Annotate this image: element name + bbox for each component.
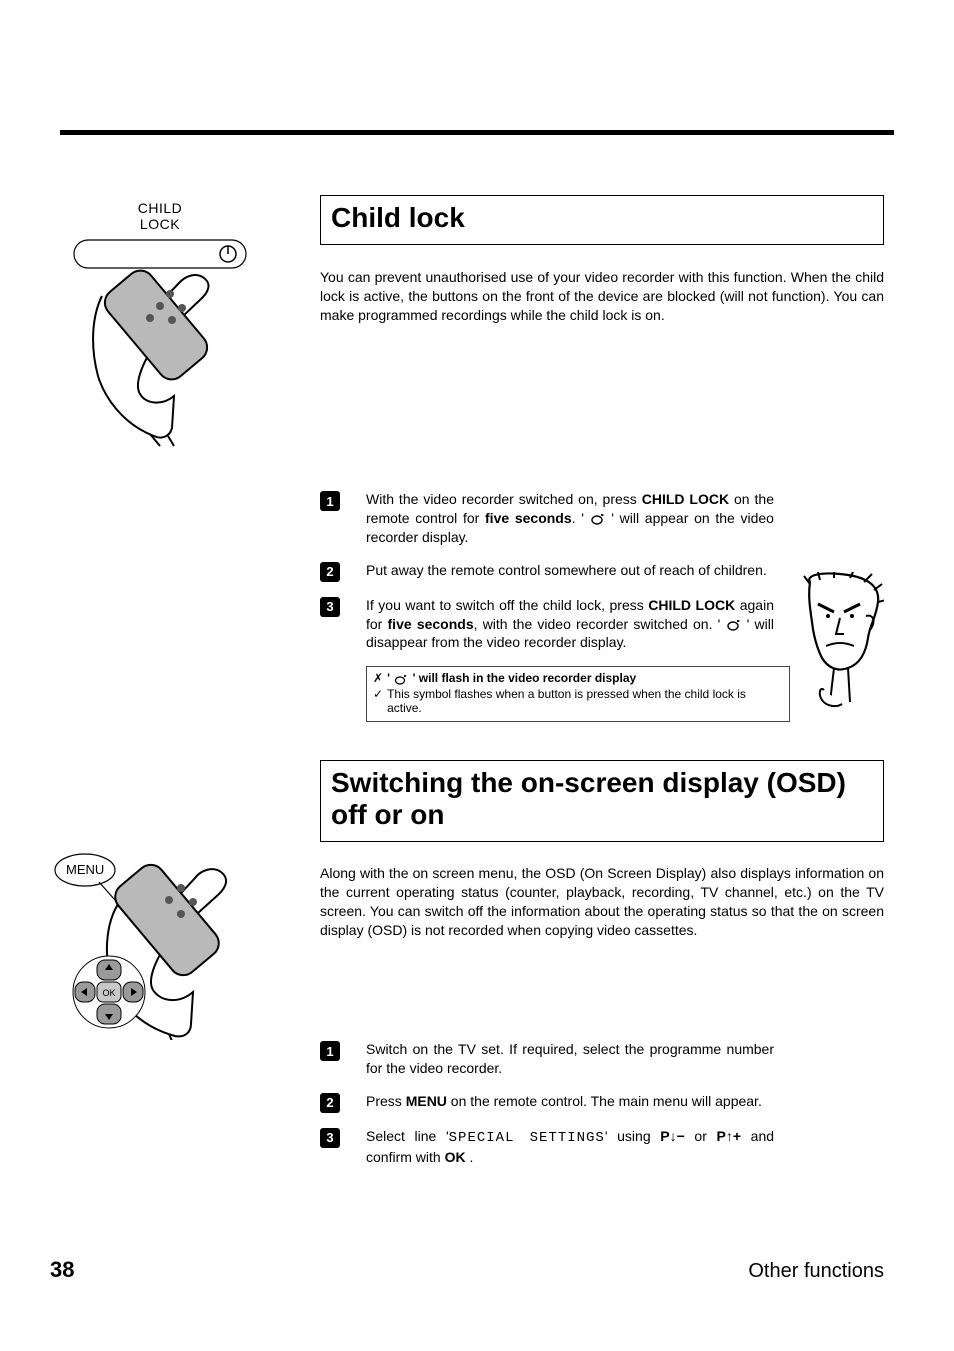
check-icon: ✓ — [373, 687, 383, 701]
illus-label-menu: MENU — [66, 862, 104, 877]
cross-icon: ✗ — [373, 671, 383, 685]
top-rule — [60, 130, 894, 135]
step-number: 2 — [320, 1093, 340, 1113]
step-number: 1 — [320, 1041, 340, 1061]
footer-label: Other functions — [748, 1260, 884, 1283]
step-number: 3 — [320, 597, 340, 617]
step-number: 1 — [320, 491, 340, 511]
illus-label-child-lock: CHILD LOCK — [138, 200, 183, 232]
illustration-face — [800, 572, 884, 712]
section-title-child-lock: Child lock — [320, 195, 884, 245]
step-1-1: 1 With the video recorder switched on, p… — [320, 490, 774, 547]
step-1-2: 2 Put away the remote control somewhere … — [320, 561, 774, 582]
illustration-child-lock: CHILD LOCK — [55, 200, 265, 448]
section2-intro: Along with the on screen menu, the OSD (… — [320, 864, 884, 940]
footer: 38 Other functions — [50, 1257, 884, 1283]
step-number: 2 — [320, 562, 340, 582]
step-1-3: 3 If you want to switch off the child lo… — [320, 596, 774, 653]
step-2-3: 3 Select line 'SPECIAL SETTINGS' using P… — [320, 1127, 774, 1167]
section1-intro: You can prevent unauthorised use of your… — [320, 268, 884, 325]
step-2-1: 1 Switch on the TV set. If required, sel… — [320, 1040, 774, 1078]
power-standby-icon — [591, 513, 605, 525]
power-standby-icon — [394, 674, 408, 685]
svg-text:OK: OK — [102, 988, 115, 998]
step-number: 3 — [320, 1128, 340, 1148]
angry-face-icon — [800, 572, 884, 712]
step-2-2: 2 Press MENU on the remote control. The … — [320, 1092, 774, 1113]
tip-box: ✗ ' ' will flash in the video recorder d… — [366, 666, 790, 722]
power-standby-icon — [727, 619, 741, 631]
illustration-menu: OK MENU — [48, 840, 273, 1040]
section-title-osd: Switching the on-screen display (OSD) of… — [320, 760, 884, 842]
hand-remote-icon — [62, 236, 258, 448]
page-number: 38 — [50, 1257, 74, 1283]
